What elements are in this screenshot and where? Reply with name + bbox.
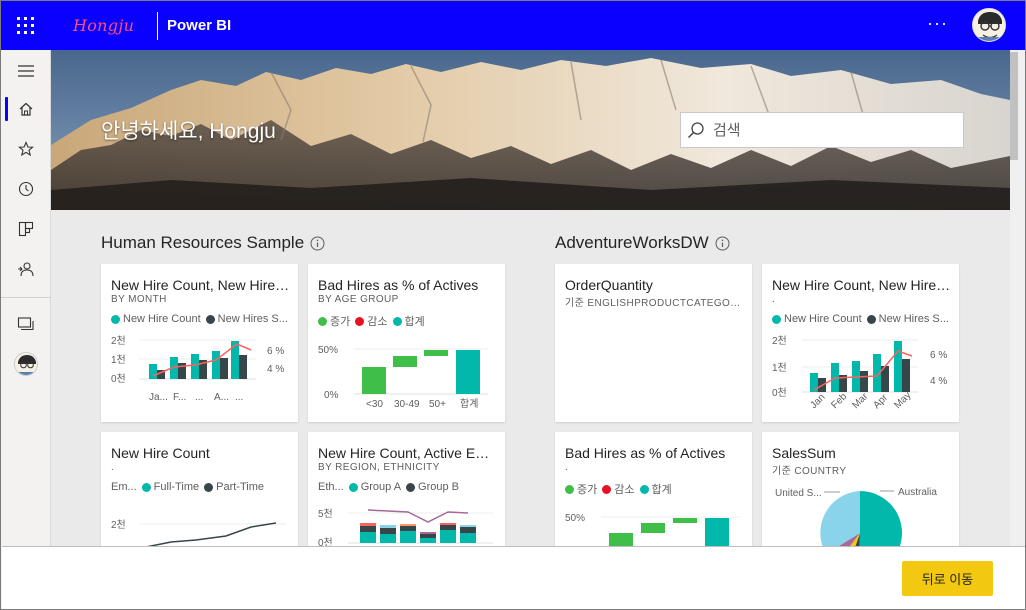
info-icon[interactable] — [715, 236, 730, 251]
brand-logo[interactable]: Hongju — [73, 16, 134, 35]
star-icon — [18, 141, 34, 157]
hamburger-menu-icon — [18, 65, 34, 77]
top-bar: Hongju Power BI ··· — [1, 1, 1025, 50]
nav-recent[interactable] — [1, 170, 51, 208]
workspaces-icon — [17, 317, 34, 331]
svg-text:...: ... — [195, 392, 203, 403]
account-avatar — [14, 352, 38, 376]
clock-icon — [18, 181, 34, 197]
nav-favorites[interactable] — [1, 130, 51, 168]
footer-bar: 뒤로 이동 — [2, 546, 1025, 609]
svg-text:1천: 1천 — [111, 354, 126, 366]
svg-text:<30: <30 — [366, 399, 383, 410]
svg-text:50+: 50+ — [429, 399, 446, 410]
info-icon[interactable] — [310, 236, 325, 251]
svg-text:4 %: 4 % — [267, 364, 284, 375]
svg-text:0천: 0천 — [111, 373, 126, 385]
home-icon — [19, 102, 33, 116]
shared-with-me-icon — [18, 262, 34, 277]
combo-chart: 2천 1천 0천 6 % 4 % Jan Feb Mar Apr May — [772, 335, 947, 411]
tile-title: OrderQuantity — [565, 277, 653, 293]
svg-text:2천: 2천 — [772, 335, 787, 347]
welcome-banner: 안녕하세요, Hongju — [51, 50, 1010, 210]
svg-text:Ja...: Ja... — [149, 392, 168, 403]
svg-text:United S...: United S... — [775, 488, 822, 499]
svg-text:Australia: Australia — [898, 487, 937, 498]
tile-hr-bad-hires[interactable]: Bad Hires as % of Actives BY AGE GROUP 증… — [308, 264, 505, 422]
section-title-aw[interactable]: AdventureWorksDW — [555, 233, 730, 253]
svg-text:4 %: 4 % — [930, 376, 947, 387]
svg-text:1천: 1천 — [772, 362, 787, 374]
svg-text:Feb: Feb — [829, 391, 849, 411]
tile-aw-order-quantity[interactable]: OrderQuantity 기준 ENGLISHPRODUCTCATEGORYN… — [555, 264, 752, 422]
nav-divider — [1, 297, 51, 298]
search-icon — [687, 122, 704, 139]
svg-text:...: ... — [235, 392, 243, 403]
svg-text:0%: 0% — [324, 390, 339, 401]
back-button[interactable]: 뒤로 이동 — [902, 561, 993, 596]
header-divider — [157, 12, 158, 40]
nav-workspaces[interactable] — [1, 305, 51, 343]
svg-text:May: May — [892, 390, 913, 411]
nav-apps[interactable] — [1, 210, 51, 248]
more-options-icon[interactable]: ··· — [927, 13, 948, 34]
user-avatar[interactable] — [972, 8, 1006, 42]
search-input[interactable] — [713, 121, 953, 139]
section-title-hr[interactable]: Human Resources Sample — [101, 233, 325, 253]
svg-text:A...: A... — [214, 392, 229, 403]
svg-text:합계: 합계 — [460, 398, 478, 410]
apps-icon — [18, 221, 34, 237]
greeting-text: 안녕하세요, Hongju — [101, 120, 276, 143]
svg-text:6 %: 6 % — [930, 350, 947, 361]
svg-text:Mar: Mar — [850, 391, 870, 411]
waterfall-chart: 50% 0% <30 30-49 50+ 합계 — [318, 345, 488, 410]
tile-subtitle: 기준 ENGLISHPRODUCTCATEGORYNAME — [565, 298, 745, 309]
nav-account[interactable] — [1, 345, 51, 383]
svg-text:30-49: 30-49 — [394, 399, 420, 410]
svg-text:50%: 50% — [565, 513, 585, 524]
svg-text:50%: 50% — [318, 345, 338, 356]
svg-text:F...: F... — [173, 392, 186, 403]
svg-text:2천: 2천 — [111, 519, 126, 531]
svg-text:0천: 0천 — [772, 387, 787, 399]
nav-home[interactable] — [1, 90, 51, 128]
svg-text:2천: 2천 — [111, 335, 126, 347]
app-frame: Hongju Power BI ··· 안녕하세요, Hongju 검색 Hum… — [0, 0, 1026, 610]
svg-text:6 %: 6 % — [267, 346, 284, 357]
nav-shared[interactable] — [1, 250, 51, 288]
app-launcher-icon[interactable] — [17, 17, 34, 34]
svg-text:5천: 5천 — [318, 508, 333, 520]
left-nav-rail — [1, 50, 51, 609]
tile-hr-new-hire-combo[interactable]: New Hire Count, New Hires Same Period La… — [101, 264, 298, 422]
scrollbar-thumb[interactable] — [1010, 52, 1018, 160]
svg-text:Jan: Jan — [808, 392, 827, 411]
nav-menu-button[interactable] — [1, 52, 51, 90]
tile-aw-new-hire-combo[interactable]: New Hire Count, New Hires Same Period La… — [762, 264, 959, 422]
svg-text:Apr: Apr — [871, 392, 890, 411]
search-box[interactable] — [680, 112, 964, 148]
app-title[interactable]: Power BI — [167, 17, 231, 34]
combo-chart: 2천 1천 0천 6 % 4 % Ja... F... ... A... ... — [111, 335, 284, 403]
